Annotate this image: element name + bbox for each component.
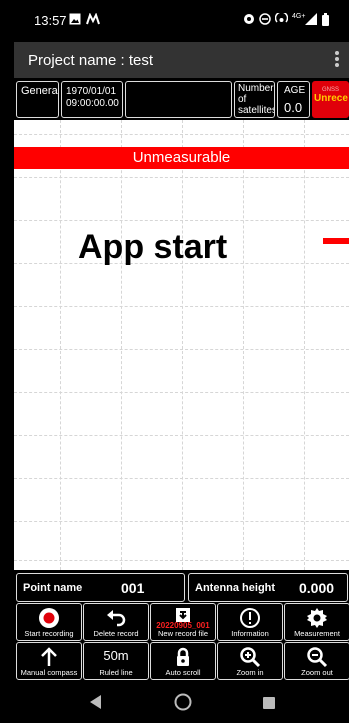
grid-line — [14, 435, 349, 436]
m-logo-icon — [86, 12, 100, 28]
grid-line — [14, 392, 349, 393]
delete-record-label: Delete record — [93, 629, 139, 638]
status-time: 13:57 — [34, 13, 67, 28]
antenna-height-field[interactable]: Antenna height 0.000 — [188, 573, 348, 602]
auto-scroll-button[interactable]: Auto scroll — [150, 642, 216, 680]
arrow-up-icon — [17, 646, 81, 668]
measurement-status-banner: Unmeasurable — [14, 147, 349, 169]
age-cell: AGE 0.0 — [277, 81, 310, 118]
status-bar: 13:57 4G+ — [0, 0, 349, 42]
hotspot-icon — [274, 11, 289, 28]
grid-line — [14, 521, 349, 522]
zoom-in-button[interactable]: Zoom in — [217, 642, 283, 680]
grid-line — [304, 120, 305, 570]
mode-cell[interactable]: General — [16, 81, 59, 118]
app-start-overlay: App start — [78, 228, 228, 266]
grid-line — [182, 120, 183, 570]
ruled-line-value: 50m — [103, 648, 129, 663]
lock-icon — [151, 646, 215, 668]
antenna-height-label: Antenna height — [195, 582, 276, 594]
zoom-out-label: Zoom out — [301, 668, 333, 677]
point-name-label: Point name — [23, 582, 83, 594]
datetime-cell: 1970/01/01 09:00:00.00 — [61, 81, 123, 118]
grid-line — [121, 120, 122, 570]
point-row: Point name 001 Antenna height 0.000 — [14, 570, 349, 603]
home-icon[interactable] — [174, 693, 192, 716]
start-recording-button[interactable]: Start recording — [16, 603, 82, 641]
grid-line — [243, 120, 244, 570]
information-button[interactable]: Information — [217, 603, 283, 641]
measurement-button[interactable]: Measurement — [284, 603, 349, 641]
back-icon[interactable] — [90, 695, 102, 714]
antenna-height-value: 0.000 — [299, 580, 335, 596]
delete-record-button[interactable]: Delete record — [83, 603, 149, 641]
recents-icon[interactable] — [263, 696, 275, 714]
navigation-bar — [0, 681, 349, 723]
info-row: General 1970/01/01 09:00:00.00 Number of… — [14, 78, 349, 120]
location-icon — [243, 13, 255, 28]
plot-area[interactable]: Unmeasurable App start — [14, 120, 349, 570]
manual-compass-button[interactable]: Manual compass — [16, 642, 82, 680]
image-icon — [69, 13, 81, 28]
overflow-menu-icon[interactable] — [335, 51, 339, 69]
manual-compass-label: Manual compass — [20, 668, 78, 677]
zoom-out-button[interactable]: Zoom out — [284, 642, 349, 680]
record-icon — [17, 607, 81, 629]
ruled-line-label: Ruled line — [99, 668, 133, 677]
info-icon — [218, 607, 282, 629]
mode-label: General — [21, 85, 59, 97]
position-marker — [323, 238, 349, 244]
grid-line — [14, 220, 349, 221]
app-bar: Project name : test — [14, 42, 349, 78]
satellites-cell: Number of satellites — [234, 81, 275, 118]
auto-scroll-label: Auto scroll — [165, 668, 201, 677]
point-name-value: 001 — [121, 580, 145, 596]
grid-line — [14, 560, 349, 561]
start-recording-label: Start recording — [24, 629, 74, 638]
age-value: 0.0 — [284, 100, 303, 115]
grid-line — [14, 349, 349, 350]
grid-line — [14, 306, 349, 307]
zoom-in-label: Zoom in — [236, 668, 264, 677]
grid-line — [14, 177, 349, 178]
grid-line — [14, 478, 349, 479]
age-label: AGE — [284, 85, 306, 96]
measurement-label: Measurement — [294, 629, 340, 638]
grid-line — [14, 134, 349, 135]
zoom-out-icon — [285, 646, 349, 668]
network-label: 4G+ — [292, 13, 306, 20]
point-name-field[interactable]: Point name 001 — [16, 573, 185, 602]
project-title: Project name : test — [28, 52, 154, 69]
blank-info-cell — [125, 81, 232, 118]
gear-icon — [285, 607, 349, 629]
grid-line — [60, 120, 61, 570]
time-text: 09:00:00.00 — [66, 98, 119, 109]
satellites-label: Number of satellites — [238, 83, 275, 116]
information-label: Information — [231, 629, 269, 638]
gnss-status: Unreceived — [314, 93, 348, 104]
button-grid: Start recording Delete record 20220905_0… — [14, 603, 349, 681]
new-record-file-label: New record file — [157, 629, 209, 638]
dnd-icon — [259, 13, 271, 28]
date-text: 1970/01/01 — [66, 86, 117, 97]
battery-icon — [322, 13, 329, 29]
new-record-file-button[interactable]: 20220905_001 New record file — [150, 603, 216, 641]
ruled-line-button[interactable]: 50m Ruled line — [83, 642, 149, 680]
gnss-status-cell: GNSS Unreceived — [312, 81, 349, 118]
zoom-in-icon — [218, 646, 282, 668]
undo-icon — [84, 607, 148, 629]
